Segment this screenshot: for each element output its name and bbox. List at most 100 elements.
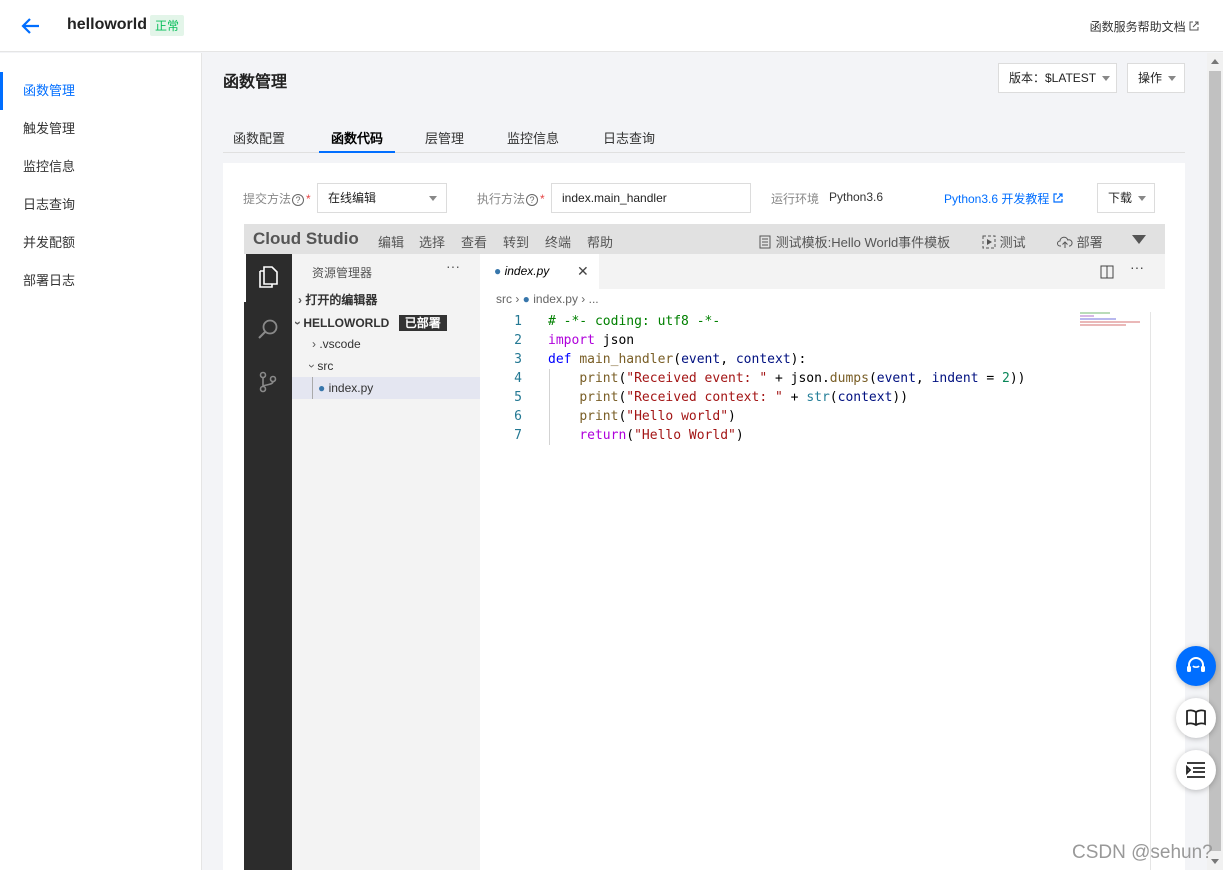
- scroll-up-arrow-icon[interactable]: [1211, 59, 1219, 64]
- handler-value: index.main_handler: [562, 191, 667, 205]
- deploy-label: 部署: [1076, 235, 1103, 250]
- sidebar-item-logs[interactable]: 日志查询: [0, 186, 201, 224]
- sidebar-item-function-management[interactable]: 函数管理: [0, 72, 201, 110]
- split-editor-icon[interactable]: [1100, 265, 1114, 279]
- scroll-thumb[interactable]: [1209, 71, 1221, 851]
- code-line: 3 def main_handler(event, context):: [480, 350, 1165, 369]
- chevron-down-icon: [1138, 196, 1147, 202]
- editor-tabbar: ● index.py ✕ ···: [480, 254, 1165, 289]
- tutorial-link[interactable]: Python3.6 开发教程: [944, 190, 1063, 207]
- headset-icon: [1187, 657, 1205, 672]
- minimap[interactable]: [1080, 312, 1142, 326]
- handler-input[interactable]: index.main_handler: [551, 183, 751, 213]
- tree-item-src[interactable]: › src: [292, 355, 480, 377]
- list-indent-icon: [1186, 762, 1205, 778]
- search-icon[interactable]: [256, 317, 280, 341]
- sidebar-item-trigger-management[interactable]: 触发管理: [0, 110, 201, 148]
- tree-item-index-py[interactable]: ● index.py: [292, 377, 480, 399]
- help-icon[interactable]: ?: [292, 194, 305, 206]
- breadcrumb: src › ● index.py › ...: [496, 292, 599, 306]
- submit-method-label: 提交方法? *: [243, 192, 311, 206]
- customer-service-button[interactable]: [1176, 646, 1216, 686]
- editor-tab-index-py[interactable]: ● index.py ✕: [480, 254, 599, 289]
- handler-label: 执行方法? *: [477, 192, 545, 206]
- ide-brand: Cloud Studio: [253, 229, 359, 248]
- runtime-label: 运行环境: [771, 192, 820, 206]
- menu-terminal[interactable]: 终端: [545, 232, 571, 251]
- sidebar: 函数管理 触发管理 监控信息 日志查询 并发配额 部署日志: [0, 53, 202, 870]
- sidebar-item-deploy-logs[interactable]: 部署日志: [0, 262, 201, 300]
- runtime-value: Python3.6: [829, 190, 884, 204]
- docs-button[interactable]: [1176, 698, 1216, 738]
- project-folder[interactable]: › HELLOWORLD 已部署: [291, 312, 480, 334]
- line-number: 6: [514, 409, 522, 424]
- help-icon[interactable]: ?: [526, 194, 539, 206]
- external-link-icon: [1053, 193, 1063, 203]
- page-scrollbar[interactable]: [1207, 53, 1223, 870]
- open-editors-label: 打开的编辑器: [305, 293, 378, 307]
- collapse-triangle-icon[interactable]: [1132, 235, 1146, 244]
- menu-view[interactable]: 查看: [461, 232, 487, 251]
- test-icon: [982, 235, 996, 249]
- tab-layer-management[interactable]: 层管理: [425, 128, 464, 153]
- open-editors-section[interactable]: › 打开的编辑器: [292, 289, 480, 311]
- menu-select[interactable]: 选择: [419, 232, 445, 251]
- operations-button[interactable]: 操作: [1127, 63, 1185, 93]
- version-label: 版本：$LATEST: [1009, 71, 1097, 85]
- back-arrow-icon[interactable]: [20, 15, 42, 37]
- sidebar-item-monitoring[interactable]: 监控信息: [0, 148, 201, 186]
- code-line: 6 print("Hello world"): [480, 407, 1165, 426]
- sidebar-item-concurrency[interactable]: 并发配额: [0, 224, 201, 262]
- line-number: 2: [514, 333, 522, 348]
- more-actions-icon[interactable]: ···: [1130, 259, 1144, 275]
- tab-function-config[interactable]: 函数配置: [233, 128, 285, 153]
- source-control-icon[interactable]: [256, 370, 280, 394]
- help-doc-label: 函数服务帮助文档: [1089, 20, 1186, 34]
- cloud-studio-ide: Cloud Studio 编辑 选择 查看 转到 终端 帮助 测试模板:Hell…: [244, 224, 1165, 870]
- explorer-files-icon[interactable]: [256, 265, 280, 289]
- breadcrumb-more: ...: [588, 292, 599, 306]
- chevron-right-icon: ›: [312, 337, 316, 351]
- tree-guide: [312, 377, 313, 399]
- watermark: CSDN @sehun?: [1072, 842, 1213, 863]
- submit-method-select[interactable]: 在线编辑: [317, 183, 447, 213]
- line-number: 1: [514, 314, 522, 329]
- line-number: 4: [514, 371, 522, 386]
- tab-log-query[interactable]: 日志查询: [603, 128, 655, 153]
- open-book-icon: [1186, 709, 1206, 727]
- submit-method-value: 在线编辑: [328, 191, 377, 205]
- chevron-down-icon: [1102, 76, 1111, 82]
- function-tabs: 函数配置 函数代码 层管理 监控信息 日志查询: [223, 124, 1185, 153]
- code-editor[interactable]: ● index.py ✕ ··· src › ● index.py › ... 1…: [480, 254, 1165, 870]
- menu-help[interactable]: 帮助: [587, 232, 613, 251]
- test-label: 测试: [999, 235, 1026, 250]
- test-template-label: 测试模板:Hello World事件模板: [775, 235, 951, 250]
- menu-goto[interactable]: 转到: [503, 232, 529, 251]
- function-name: helloworld: [67, 16, 147, 33]
- close-icon[interactable]: ✕: [577, 254, 589, 289]
- more-actions-icon[interactable]: ···: [446, 258, 460, 274]
- breadcrumb-folder[interactable]: src: [496, 292, 512, 306]
- help-doc-link[interactable]: 函数服务帮助文档: [1090, 18, 1199, 35]
- code-line: 7 return("Hello World"): [480, 426, 1165, 445]
- editor-ruler: [1150, 312, 1151, 870]
- python-file-icon: ●: [522, 292, 530, 306]
- spacer: [0, 0, 1, 1]
- outline-button[interactable]: [1176, 750, 1216, 790]
- version-select[interactable]: 版本：$LATEST: [998, 63, 1117, 93]
- project-name: HELLOWORLD: [303, 316, 390, 330]
- chevron-down-icon: ›: [305, 364, 319, 368]
- tree-item-vscode[interactable]: › .vscode: [292, 333, 480, 355]
- test-button[interactable]: 测试: [982, 232, 1026, 251]
- menu-edit[interactable]: 编辑: [378, 232, 404, 251]
- download-button[interactable]: 下载: [1097, 183, 1155, 213]
- test-template-select[interactable]: 测试模板:Hello World事件模板: [758, 232, 950, 251]
- python-file-icon: ●: [318, 381, 326, 395]
- tab-monitoring[interactable]: 监控信息: [507, 128, 559, 153]
- deploy-button[interactable]: 部署: [1057, 232, 1103, 251]
- line-number: 7: [514, 428, 522, 443]
- tab-function-code[interactable]: 函数代码: [319, 128, 395, 153]
- explorer-panel: 资源管理器 ··· › 打开的编辑器 › HELLOWORLD 已部署 › .v…: [291, 254, 480, 870]
- breadcrumb-file[interactable]: index.py: [533, 292, 578, 306]
- chevron-down-icon: ›: [291, 321, 305, 325]
